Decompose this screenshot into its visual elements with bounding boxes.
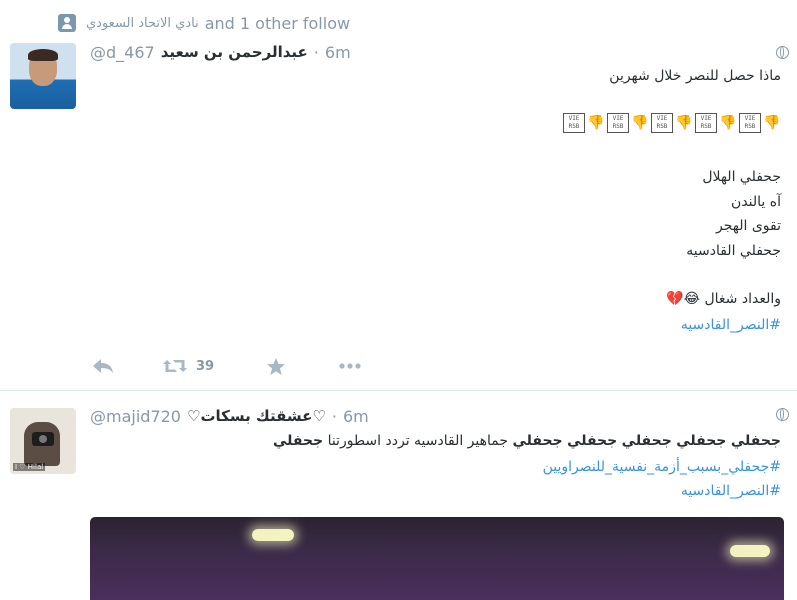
retweet-button[interactable]: 39 [162, 357, 214, 375]
timestamp[interactable]: 6m [325, 43, 351, 62]
separator-dot: · [331, 406, 337, 426]
retweet-count: 39 [196, 358, 215, 374]
text-middle: جماهير القادسيه تردد اسطورتنا [327, 433, 509, 449]
more-icon [339, 363, 361, 369]
vs-emoji-icon: VIE RSB [563, 113, 585, 133]
thumbs-down-icon: 👎 [763, 115, 781, 131]
avatar[interactable] [10, 43, 76, 109]
author-name[interactable]: ♡عشقتك بسكات♡ [187, 407, 326, 425]
author-name[interactable]: عبدالرحمن بن سعيد [161, 43, 308, 61]
vs-emoji-icon: VIE RSB [695, 113, 717, 133]
bold-word: جحفلي [567, 433, 618, 449]
timestamp[interactable]: 6m [343, 407, 369, 426]
bold-word: جحفلي [621, 433, 672, 449]
tweet-text-line: ماذا حصل للنصر خلال شهرين [609, 68, 781, 84]
avatar[interactable]: I ♡ Hilal [10, 408, 76, 474]
bold-word: جحفلي [676, 433, 727, 449]
emoji-row: 👎 VIE RSB 👎 VIE RSB 👎 VIE RSB 👎 VIE RSB 👎 VI… [563, 113, 781, 133]
thumbs-down-icon: 👎 [631, 115, 649, 131]
tweet-text-closing: والعداد شغال 😂💔 [666, 287, 781, 311]
retweet-icon [163, 360, 187, 372]
laughing-broken-heart-emoji: 😂💔 [666, 291, 701, 307]
bold-word: جحفلي [512, 433, 563, 449]
attached-media[interactable] [90, 517, 784, 600]
avatar-tag: I ♡ Hilal [13, 463, 46, 471]
tweet-header: @majid720 ♡عشقتك بسكات♡ · 6m [90, 405, 369, 427]
poem-line: تقوى الهجر [716, 218, 781, 234]
hashtag-link[interactable]: #النصر_القادسيه [681, 313, 781, 337]
more-button[interactable] [338, 362, 362, 370]
follow-context-account[interactable]: نادي الاتحاد السعودي [86, 16, 199, 31]
ceiling-light [252, 529, 294, 541]
separator-dot: · [313, 42, 319, 62]
tweet-1[interactable]: نادي الاتحاد السعودي and 1 other follow … [0, 0, 797, 391]
poem-line: آه يالندن [731, 194, 781, 210]
favorite-button[interactable] [266, 357, 286, 376]
thumbs-down-icon: 👎 [675, 115, 693, 131]
follow-context[interactable]: نادي الاتحاد السعودي and 1 other follow [58, 12, 350, 34]
tweet-2[interactable]: I ♡ Hilal @majid720 ♡عشقتك بسكات♡ · 6m ج… [0, 391, 797, 600]
poem-line: جحفلي القادسيه [686, 243, 781, 259]
ceiling-light [730, 545, 770, 557]
author-handle[interactable]: @majid720 [90, 407, 181, 426]
person-icon [58, 14, 76, 32]
star-icon [267, 357, 286, 375]
bold-word: جحفلي [272, 433, 324, 449]
hashtag-link[interactable]: #جحفلي_بسبب_أزمة_نفسية_للنصراويين [543, 455, 781, 479]
reply-icon [93, 359, 113, 373]
avatar-hair [28, 49, 58, 61]
hashtag-link[interactable]: #النصر_القادسيه [681, 479, 781, 503]
closing-text: والعداد شغال [704, 291, 781, 307]
camera-icon [32, 432, 54, 446]
tweet-header: @d_467 عبدالرحمن بن سعيد · 6m [90, 41, 351, 63]
reply-button[interactable] [92, 358, 114, 374]
bold-word: جحفلي [730, 433, 781, 449]
follow-context-text: and 1 other follow [204, 13, 351, 33]
thumbs-down-icon: 👎 [719, 115, 737, 131]
author-handle[interactable]: @d_467 [90, 43, 155, 62]
vs-emoji-icon: VIE RSB [739, 113, 761, 133]
poem-line: جحفلي الهلال [702, 169, 781, 185]
vs-emoji-icon: VIE RSB [651, 113, 673, 133]
tweet-actions: 39 [92, 354, 362, 378]
vs-emoji-icon: VIE RSB [607, 113, 629, 133]
globe-icon[interactable] [776, 408, 789, 421]
thumbs-down-icon: 👎 [587, 115, 605, 131]
globe-icon[interactable] [776, 46, 789, 59]
tweet-text: جحفلي جحفلي جحفلي جحفلي جحفلي جماهير الق… [273, 429, 781, 453]
